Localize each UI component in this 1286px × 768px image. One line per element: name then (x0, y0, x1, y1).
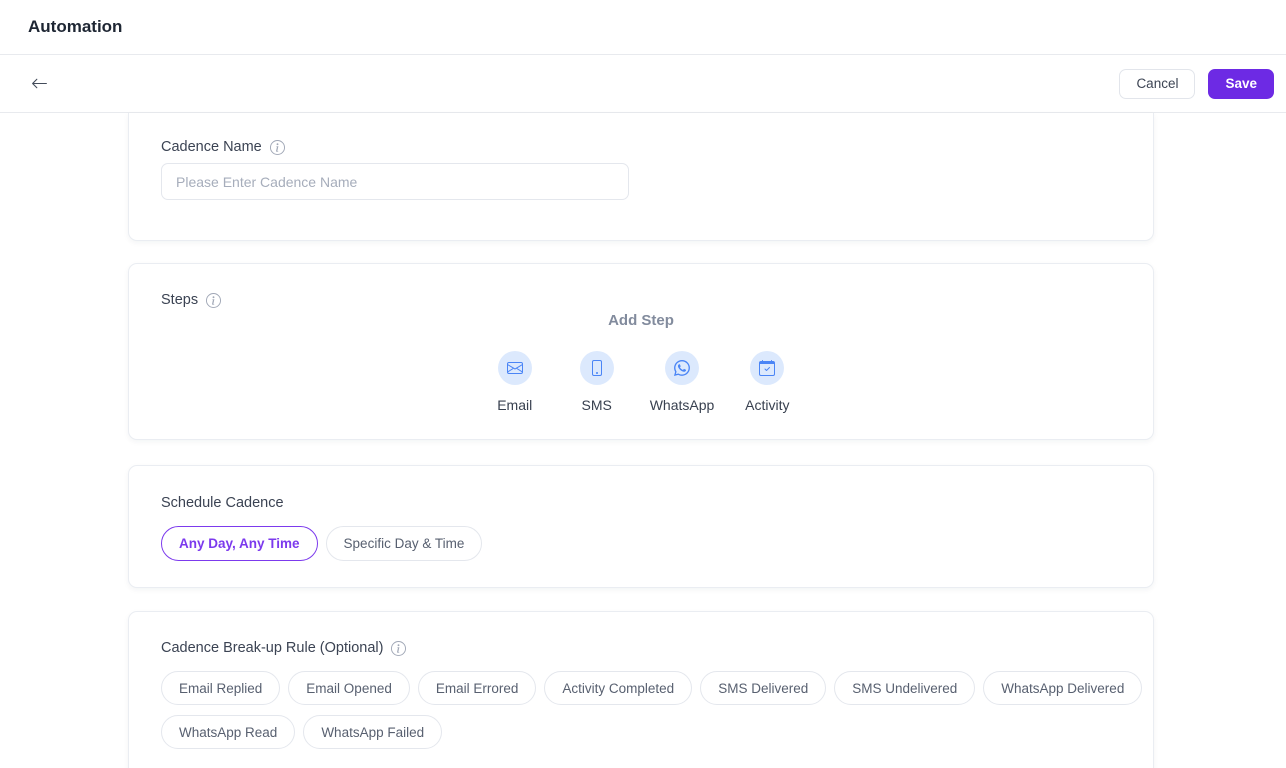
step-type-label: Activity (745, 397, 789, 413)
steps-label: Steps (161, 292, 198, 308)
toolbar: Cancel Save (0, 55, 1286, 113)
info-icon[interactable] (206, 293, 221, 308)
cadence-name-card: Cadence Name (128, 113, 1154, 241)
breakup-rule-pill[interactable]: SMS Delivered (700, 671, 826, 705)
breakup-rule-pill[interactable]: Email Replied (161, 671, 280, 705)
add-step-title: Add Step (608, 312, 674, 329)
steps-card: Steps Add Step Email SMS (128, 263, 1154, 440)
step-type-activity[interactable]: Activity (738, 351, 796, 413)
breakup-rule-pill[interactable]: SMS Undelivered (834, 671, 975, 705)
main-content: Cadence Name Steps Add Step Email (0, 113, 1286, 768)
schedule-option-specific-day[interactable]: Specific Day & Time (326, 526, 483, 561)
breakup-rule-pill[interactable]: WhatsApp Delivered (983, 671, 1142, 705)
step-type-row: Email SMS WhatsApp (486, 351, 797, 413)
step-type-whatsapp[interactable]: WhatsApp (650, 351, 715, 413)
schedule-cadence-label: Schedule Cadence (161, 495, 284, 511)
back-button[interactable] (22, 67, 56, 101)
email-icon (498, 351, 532, 385)
breakup-rules-row: Email Replied Email Opened Email Errored… (161, 671, 1161, 749)
step-type-label: WhatsApp (650, 397, 715, 413)
whatsapp-icon (665, 351, 699, 385)
breakup-rule-label: Cadence Break-up Rule (Optional) (161, 640, 383, 656)
arrow-left-icon (31, 75, 48, 92)
step-type-email[interactable]: Email (486, 351, 544, 413)
schedule-option-any-day[interactable]: Any Day, Any Time (161, 526, 318, 561)
breakup-rule-pill[interactable]: WhatsApp Failed (303, 715, 442, 749)
cadence-name-label-row: Cadence Name (161, 139, 1121, 155)
step-type-label: Email (497, 397, 532, 413)
add-step-block: Add Step Email SMS (161, 312, 1121, 413)
info-icon[interactable] (270, 140, 285, 155)
app-header: Automation (0, 0, 1286, 55)
sms-icon (580, 351, 614, 385)
cadence-name-input[interactable] (161, 163, 629, 200)
breakup-rule-pill[interactable]: WhatsApp Read (161, 715, 295, 749)
breakup-rule-pill[interactable]: Activity Completed (544, 671, 692, 705)
toolbar-actions: Cancel Save (1119, 69, 1274, 99)
info-icon[interactable] (391, 641, 406, 656)
breakup-rule-card: Cadence Break-up Rule (Optional) Email R… (128, 611, 1154, 768)
schedule-label-row: Schedule Cadence (161, 495, 1121, 511)
breakup-rule-pill[interactable]: Email Opened (288, 671, 410, 705)
breakup-label-row: Cadence Break-up Rule (Optional) (161, 640, 1121, 656)
steps-label-row: Steps (161, 292, 1121, 308)
step-type-label: SMS (582, 397, 612, 413)
step-type-sms[interactable]: SMS (568, 351, 626, 413)
activity-icon (750, 351, 784, 385)
page-title: Automation (28, 17, 122, 37)
breakup-rule-pill[interactable]: Email Errored (418, 671, 537, 705)
cancel-button[interactable]: Cancel (1119, 69, 1195, 99)
schedule-cadence-card: Schedule Cadence Any Day, Any Time Speci… (128, 465, 1154, 588)
save-button[interactable]: Save (1208, 69, 1274, 99)
cadence-name-label: Cadence Name (161, 139, 262, 155)
schedule-options-row: Any Day, Any Time Specific Day & Time (161, 526, 1121, 561)
